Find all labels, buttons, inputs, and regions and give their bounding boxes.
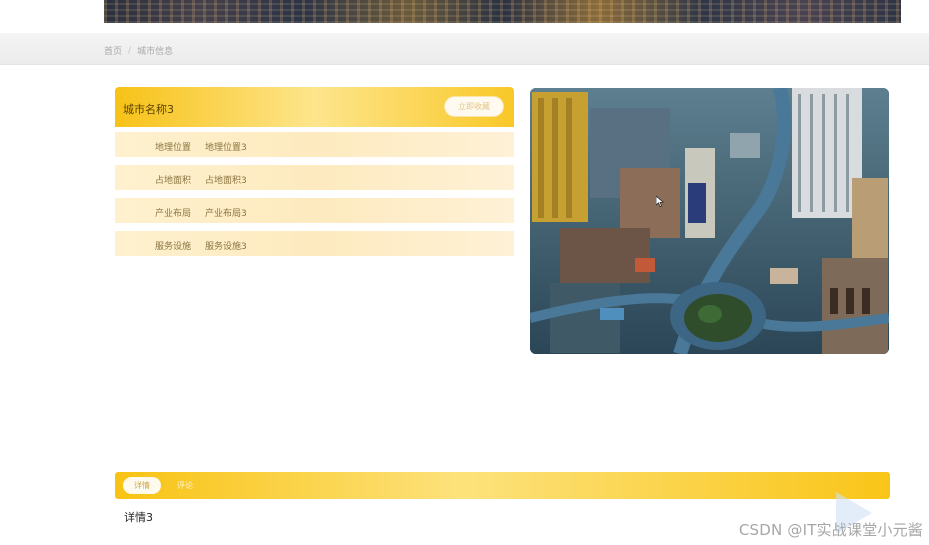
header-banner-image bbox=[104, 0, 901, 23]
breadcrumb-home-link[interactable]: 首页 bbox=[104, 44, 122, 57]
breadcrumb: 首页 / 城市信息 bbox=[104, 44, 174, 58]
attribute-label: 地理位置 bbox=[154, 143, 191, 153]
city-photo bbox=[530, 88, 889, 354]
detail-tabs: 详情 评论 bbox=[115, 472, 890, 499]
attribute-value: 占地面积3 bbox=[205, 176, 247, 186]
city-card-header: 城市名称3 立即收藏 bbox=[115, 87, 514, 127]
attribute-row: 占地面积 占地面积3 bbox=[115, 165, 514, 190]
attribute-label: 占地面积 bbox=[154, 176, 191, 186]
attribute-row: 地理位置 地理位置3 bbox=[115, 132, 514, 157]
tab-details[interactable]: 详情 bbox=[123, 477, 161, 494]
attribute-row: 服务设施 服务设施3 bbox=[115, 231, 514, 256]
attribute-row: 产业布局 产业布局3 bbox=[115, 198, 514, 223]
city-info-card: 城市名称3 立即收藏 地理位置 地理位置3 占地面积 占地面积3 产业布局 产业… bbox=[115, 87, 514, 262]
city-name-title: 城市名称3 bbox=[123, 103, 174, 116]
breadcrumb-separator: / bbox=[128, 45, 132, 56]
city-aerial-illustration bbox=[530, 88, 889, 354]
tab-comments[interactable]: 评论 bbox=[177, 480, 193, 491]
attribute-value: 地理位置3 bbox=[205, 143, 247, 153]
detail-content: 详情3 bbox=[124, 511, 153, 524]
breadcrumb-current: 城市信息 bbox=[137, 47, 174, 57]
attribute-label: 产业布局 bbox=[154, 209, 191, 219]
pointer-icon bbox=[656, 196, 664, 207]
favorite-button[interactable]: 立即收藏 bbox=[444, 96, 504, 117]
watermark: CSDN @IT实战课堂小元酱 bbox=[738, 521, 923, 539]
city-attribute-list: 地理位置 地理位置3 占地面积 占地面积3 产业布局 产业布局3 服务设施 服务… bbox=[115, 132, 514, 264]
attribute-value: 服务设施3 bbox=[205, 242, 247, 252]
breadcrumb-bar: 首页 / 城市信息 bbox=[0, 33, 929, 65]
attribute-label: 服务设施 bbox=[154, 242, 191, 252]
attribute-value: 产业布局3 bbox=[205, 209, 247, 219]
banner-city-lights bbox=[104, 0, 901, 23]
